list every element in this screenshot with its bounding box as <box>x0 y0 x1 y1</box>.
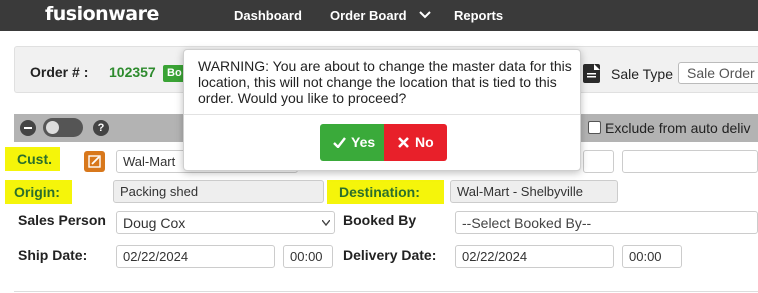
delivery-date-label: Delivery Date: <box>343 247 437 263</box>
exclude-checkbox[interactable] <box>588 121 601 134</box>
booked-by-label: Booked By <box>343 212 417 228</box>
sales-person-label: Sales Person <box>18 212 106 228</box>
no-label: No <box>415 134 434 150</box>
document-icon[interactable] <box>583 64 600 83</box>
chevron-down-icon <box>322 220 330 226</box>
help-icon[interactable]: ? <box>93 120 109 136</box>
sale-type-select[interactable]: Sale Order <box>678 62 758 84</box>
nav-order-board[interactable]: Order Board <box>330 8 407 23</box>
app-logo[interactable]: fusionware <box>45 3 159 25</box>
edit-icon[interactable] <box>84 151 105 172</box>
order-number-label: Order # : <box>30 64 89 80</box>
destination-field[interactable]: Wal-Mart - Shelbyville <box>450 180 618 203</box>
customer-extra-field[interactable] <box>583 150 614 173</box>
destination-label: Destination: <box>327 180 444 204</box>
dialog-divider <box>184 114 580 115</box>
delivery-date-field[interactable]: 02/22/2024 <box>455 245 614 268</box>
ship-time-field[interactable]: 00:00 <box>283 245 333 268</box>
yes-button[interactable]: Yes <box>320 124 384 161</box>
chevron-down-icon[interactable] <box>418 8 432 22</box>
origin-field[interactable]: Packing shed <box>113 180 324 203</box>
nav-dashboard[interactable]: Dashboard <box>234 8 302 23</box>
ship-date-label: Ship Date: <box>18 247 88 263</box>
sales-person-select[interactable]: Doug Cox <box>116 211 335 234</box>
ship-date-field[interactable]: 02/22/2024 <box>116 245 275 268</box>
yes-label: Yes <box>351 134 376 150</box>
sales-person-value: Doug Cox <box>123 215 186 231</box>
cust-label: Cust. <box>5 147 60 171</box>
sale-type-label: Sale Type <box>611 66 674 82</box>
nav-reports[interactable]: Reports <box>454 8 503 23</box>
collapse-icon[interactable] <box>20 120 36 136</box>
delivery-time-field[interactable]: 00:00 <box>622 245 682 268</box>
check-icon <box>333 137 346 148</box>
divider <box>14 291 758 292</box>
toggle-knob <box>46 121 59 134</box>
order-number: 102357 <box>109 64 156 80</box>
top-nav-bar: fusionware Dashboard Order Board Reports <box>0 0 758 31</box>
booked-by-select[interactable]: --Select Booked By-- <box>455 211 758 234</box>
no-button[interactable]: No <box>384 124 447 161</box>
order-status-badge: Bo <box>163 65 185 82</box>
warning-message: WARNING: You are about to change the mas… <box>198 58 572 106</box>
origin-label: Origin: <box>5 180 72 204</box>
warning-dialog: WARNING: You are about to change the mas… <box>183 49 581 171</box>
exclude-label: Exclude from auto deliv <box>605 120 751 136</box>
close-icon <box>398 137 409 148</box>
customer-extra-field-2[interactable] <box>622 150 758 173</box>
location-toggle[interactable] <box>43 118 83 137</box>
